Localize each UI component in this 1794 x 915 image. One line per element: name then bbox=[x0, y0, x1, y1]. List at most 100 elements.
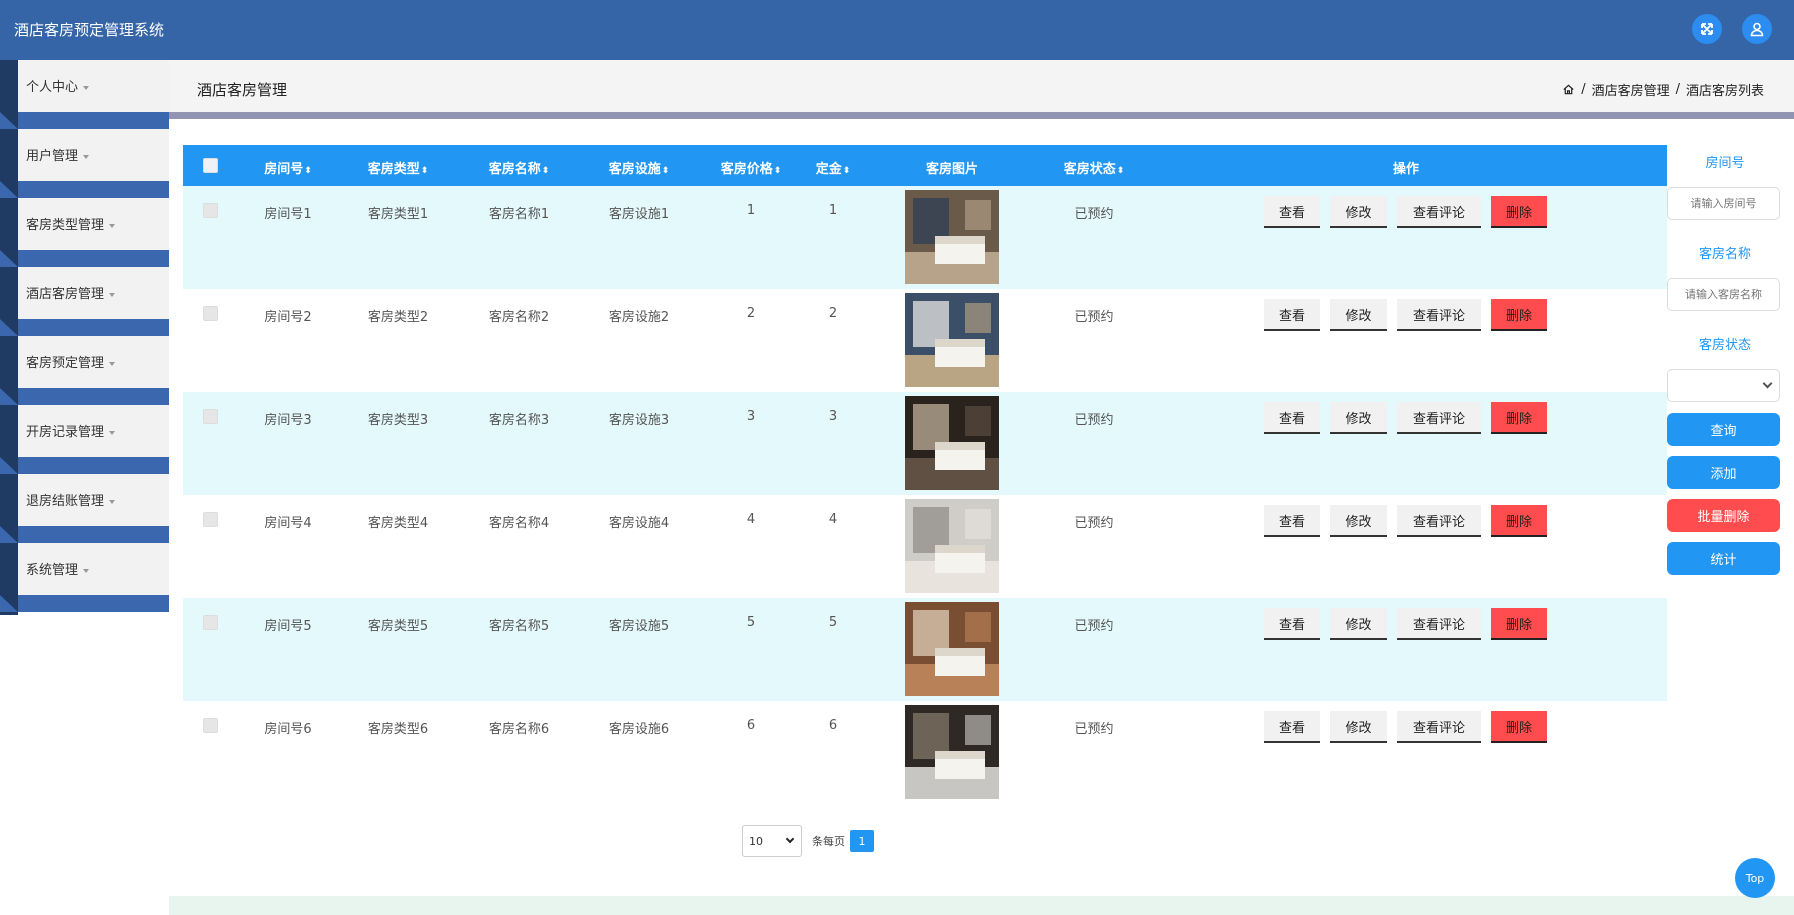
sidebar-item-label: 客房类型管理 bbox=[26, 218, 105, 233]
delete-button[interactable]: 删除 bbox=[1491, 711, 1547, 743]
view-comments-button[interactable]: 查看评论 bbox=[1397, 402, 1481, 434]
column-header-room-no[interactable]: 房间号⬍ bbox=[264, 158, 312, 177]
sidebar-item-checkout-management[interactable]: 退房结账管理 bbox=[18, 474, 169, 526]
menu-divider bbox=[0, 388, 169, 405]
room-status-label: 客房状态 bbox=[1698, 338, 1751, 353]
cell-room-no: 房间号2 bbox=[264, 310, 312, 325]
cell-price: 5 bbox=[746, 615, 756, 630]
row-checkbox[interactable] bbox=[203, 718, 218, 733]
sort-icon[interactable]: ⬍ bbox=[774, 166, 782, 176]
query-button[interactable]: 查询 bbox=[1667, 413, 1780, 446]
column-header-actions: 操作 bbox=[1392, 162, 1420, 177]
delete-button[interactable]: 删除 bbox=[1491, 196, 1547, 228]
table-row: 房间号1 客房类型1 客房名称1 客房设施1 1 1 已预约 查看 修改 查看评… bbox=[183, 186, 1667, 289]
cell-room-no: 房间号4 bbox=[264, 516, 312, 531]
column-header-room-type[interactable]: 客房类型⬍ bbox=[368, 158, 429, 177]
sort-icon[interactable]: ⬍ bbox=[421, 166, 429, 176]
sidebar-item-hotel-room-management[interactable]: 酒店客房管理 bbox=[18, 267, 169, 319]
room-image[interactable] bbox=[905, 499, 999, 593]
add-button[interactable]: 添加 bbox=[1667, 456, 1780, 489]
cell-room-name: 客房名称5 bbox=[488, 619, 550, 634]
view-button[interactable]: 查看 bbox=[1264, 608, 1320, 640]
column-header-room-name[interactable]: 客房名称⬍ bbox=[489, 158, 550, 177]
delete-button[interactable]: 删除 bbox=[1491, 402, 1547, 434]
page-size-select[interactable]: 10 bbox=[742, 825, 802, 857]
sort-icon[interactable]: ⬍ bbox=[1117, 166, 1125, 176]
delete-button[interactable]: 删除 bbox=[1491, 608, 1547, 640]
sort-icon[interactable]: ⬍ bbox=[304, 166, 312, 176]
cell-deposit: 6 bbox=[828, 718, 838, 733]
sort-icon[interactable]: ⬍ bbox=[662, 166, 670, 176]
fullscreen-icon[interactable] bbox=[1692, 14, 1722, 44]
view-comments-button[interactable]: 查看评论 bbox=[1397, 299, 1481, 331]
view-button[interactable]: 查看 bbox=[1264, 711, 1320, 743]
row-checkbox[interactable] bbox=[203, 615, 218, 630]
edit-button[interactable]: 修改 bbox=[1330, 299, 1387, 331]
edit-button[interactable]: 修改 bbox=[1330, 196, 1387, 228]
sidebar-item-system-management[interactable]: 系统管理 bbox=[18, 543, 169, 595]
column-header-status[interactable]: 客房状态⬍ bbox=[1064, 158, 1125, 177]
cell-room-no: 房间号3 bbox=[264, 413, 312, 428]
cell-deposit: 4 bbox=[828, 512, 838, 527]
delete-button[interactable]: 删除 bbox=[1491, 505, 1547, 537]
page-number-current[interactable]: 1 bbox=[850, 830, 874, 852]
room-no-search-input[interactable] bbox=[1667, 187, 1780, 220]
cell-price: 2 bbox=[746, 306, 756, 321]
cell-price: 1 bbox=[746, 203, 756, 218]
user-avatar-icon[interactable] bbox=[1742, 14, 1772, 44]
room-image[interactable] bbox=[905, 396, 999, 490]
room-name-search-input[interactable] bbox=[1667, 278, 1780, 311]
sidebar-item-user-management[interactable]: 用户管理 bbox=[18, 129, 169, 181]
column-header-deposit[interactable]: 定金⬍ bbox=[816, 158, 851, 177]
chevron-down-icon bbox=[1762, 378, 1773, 389]
menu-divider bbox=[0, 112, 169, 129]
sort-icon[interactable]: ⬍ bbox=[542, 166, 550, 176]
room-image[interactable] bbox=[905, 602, 999, 696]
view-button[interactable]: 查看 bbox=[1264, 299, 1320, 331]
sidebar-item-booking-management[interactable]: 客房预定管理 bbox=[18, 336, 169, 388]
cell-room-no: 房间号5 bbox=[264, 619, 312, 634]
edit-button[interactable]: 修改 bbox=[1330, 402, 1387, 434]
menu-divider bbox=[0, 250, 169, 267]
back-to-top-button[interactable]: Top bbox=[1735, 858, 1775, 898]
row-checkbox[interactable] bbox=[203, 203, 218, 218]
table-row: 房间号5 客房类型5 客房名称5 客房设施5 5 5 已预约 查看 修改 查看评… bbox=[183, 598, 1667, 701]
batch-delete-button[interactable]: 批量删除 bbox=[1667, 499, 1780, 532]
column-header-facility[interactable]: 客房设施⬍ bbox=[609, 158, 670, 177]
edit-button[interactable]: 修改 bbox=[1330, 711, 1387, 743]
cell-room-name: 客房名称1 bbox=[488, 207, 550, 222]
per-page-label: 条每页 bbox=[812, 835, 845, 848]
row-checkbox[interactable] bbox=[203, 409, 218, 424]
stats-button[interactable]: 统计 bbox=[1667, 542, 1780, 575]
row-checkbox[interactable] bbox=[203, 306, 218, 321]
view-comments-button[interactable]: 查看评论 bbox=[1397, 505, 1481, 537]
row-checkbox[interactable] bbox=[203, 512, 218, 527]
cell-price: 6 bbox=[746, 718, 756, 733]
room-image[interactable] bbox=[905, 293, 999, 387]
view-comments-button[interactable]: 查看评论 bbox=[1397, 711, 1481, 743]
room-image[interactable] bbox=[905, 705, 999, 799]
view-comments-button[interactable]: 查看评论 bbox=[1397, 196, 1481, 228]
room-status-select[interactable] bbox=[1667, 369, 1780, 402]
sidebar-item-personal-center[interactable]: 个人中心 bbox=[18, 60, 169, 112]
breadcrumb-item: 酒店客房列表 bbox=[1685, 84, 1764, 99]
sidebar-item-checkin-records[interactable]: 开房记录管理 bbox=[18, 405, 169, 457]
edit-button[interactable]: 修改 bbox=[1330, 608, 1387, 640]
sidebar-item-room-type-management[interactable]: 客房类型管理 bbox=[18, 198, 169, 250]
breadcrumb-separator: / bbox=[1581, 82, 1586, 97]
edit-button[interactable]: 修改 bbox=[1330, 505, 1387, 537]
breadcrumb-item[interactable]: 酒店客房管理 bbox=[1592, 80, 1670, 99]
room-image[interactable] bbox=[905, 190, 999, 284]
delete-button[interactable]: 删除 bbox=[1491, 299, 1547, 331]
table-row: 房间号2 客房类型2 客房名称2 客房设施2 2 2 已预约 查看 修改 查看评… bbox=[183, 289, 1667, 392]
view-comments-button[interactable]: 查看评论 bbox=[1397, 608, 1481, 640]
view-button[interactable]: 查看 bbox=[1264, 402, 1320, 434]
select-all-checkbox[interactable] bbox=[203, 158, 218, 173]
home-icon[interactable] bbox=[1562, 83, 1575, 96]
cell-facility: 客房设施6 bbox=[608, 722, 670, 737]
sidebar-item-label: 开房记录管理 bbox=[26, 425, 105, 440]
sort-icon[interactable]: ⬍ bbox=[843, 166, 851, 176]
column-header-price[interactable]: 客房价格⬍ bbox=[721, 158, 782, 177]
view-button[interactable]: 查看 bbox=[1264, 196, 1320, 228]
view-button[interactable]: 查看 bbox=[1264, 505, 1320, 537]
